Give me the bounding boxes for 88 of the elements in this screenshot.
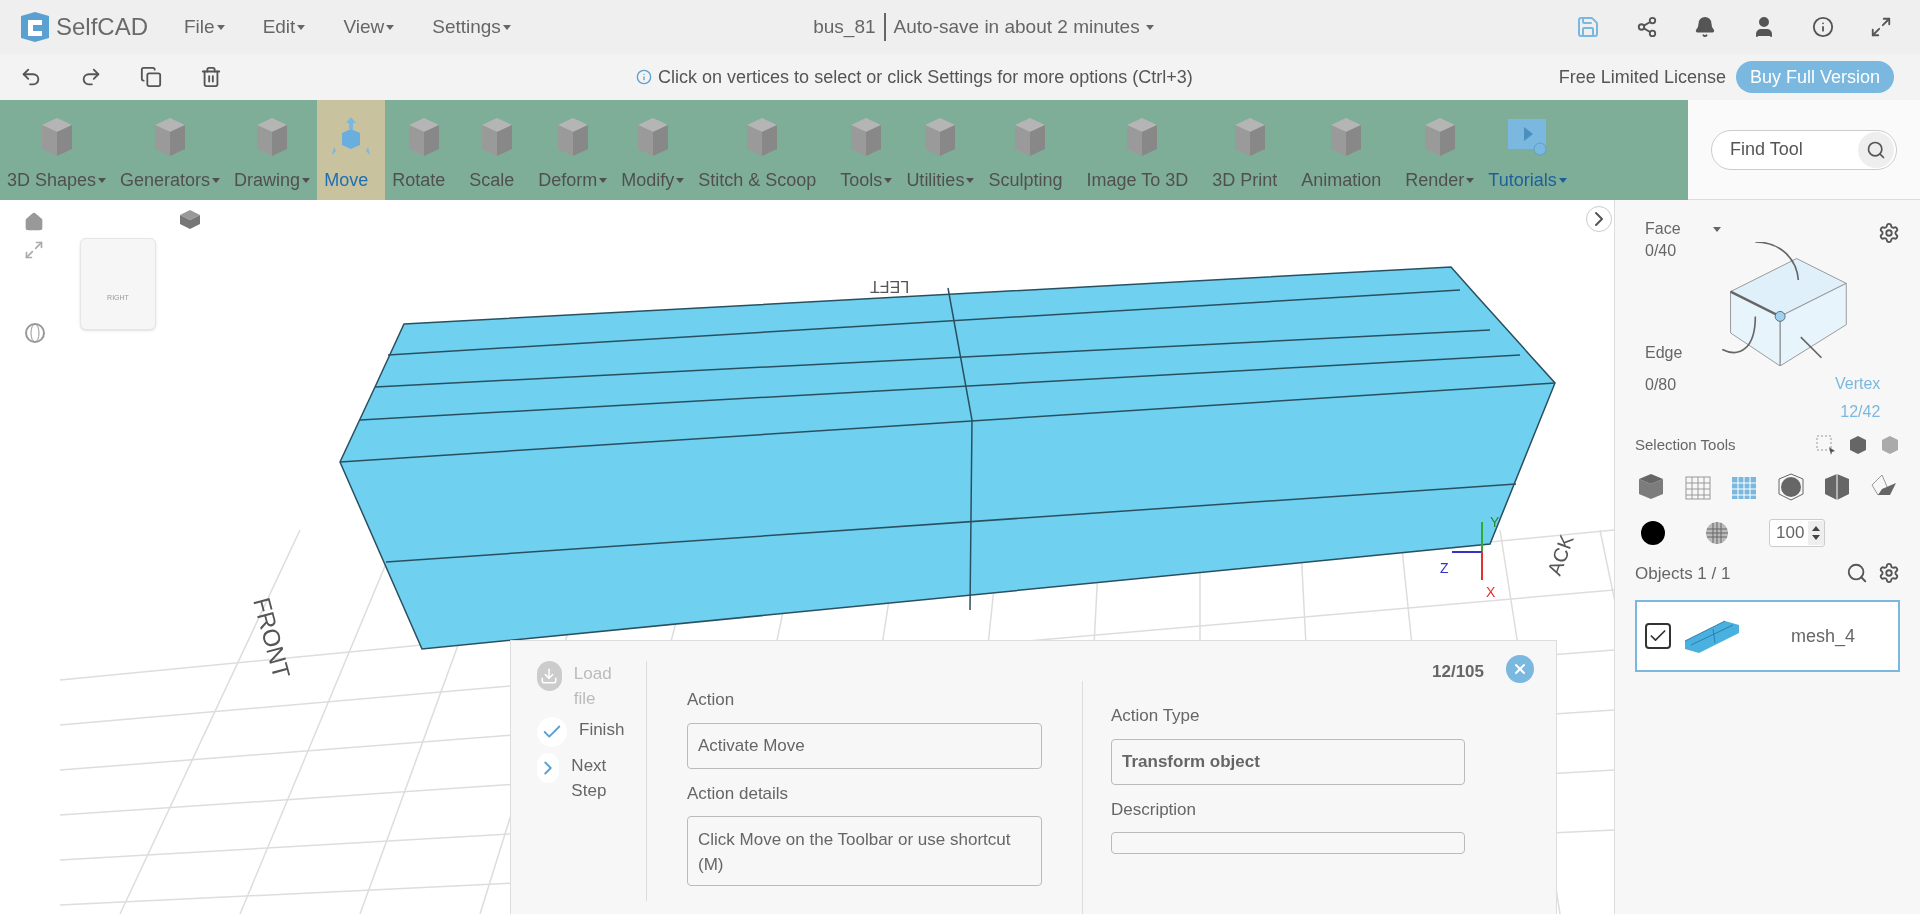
collapse-panel-button[interactable] (1586, 206, 1612, 232)
grid-label: LEFT (870, 277, 910, 297)
field-label: Description (1111, 798, 1198, 821)
toolbar-tool[interactable]: Image To 3D (1079, 100, 1206, 200)
toolbar-tool[interactable]: Drawing (227, 100, 318, 200)
toolbar-tool[interactable]: Render (1398, 100, 1482, 200)
find-tool-input[interactable]: Find Tool (1730, 136, 1858, 163)
field-label: Action Type (1111, 705, 1201, 727)
menu-button[interactable]: View (343, 12, 395, 42)
globe-icon[interactable] (24, 322, 46, 344)
search-button[interactable] (1858, 131, 1894, 168)
undo-icon[interactable] (20, 66, 42, 88)
toolbar-tool[interactable]: Move (317, 100, 386, 200)
texture-sphere-icon[interactable] (1705, 520, 1729, 545)
axis-label: X (1486, 583, 1496, 602)
selection-mode[interactable]: Edge 0/80 (1645, 337, 1683, 401)
caret-icon (216, 24, 225, 30)
toolbar-tool[interactable]: Stitch & Scoop (691, 100, 834, 200)
menu-button[interactable]: Settings (432, 12, 511, 42)
cube-select-icon[interactable] (1848, 435, 1868, 456)
buy-button[interactable]: Buy Full Version (1735, 61, 1894, 93)
copy-icon[interactable] (140, 66, 162, 88)
section-label: Selection Tools (1635, 435, 1736, 455)
info-icon (636, 69, 653, 85)
find-tool-field[interactable]: Find Tool (1711, 129, 1897, 170)
toolbar-tool[interactable]: Tools (833, 100, 900, 200)
selection-mode[interactable]: Vertex 12/42 (1835, 370, 1881, 426)
project-name: bus_81 (813, 12, 886, 42)
toolbar-tool[interactable]: Modify (614, 100, 692, 200)
opacity-field[interactable]: 100 (1769, 518, 1826, 547)
toolbar-tool[interactable]: Generators (113, 100, 228, 200)
box-select-icon[interactable] (1816, 435, 1836, 456)
view-cube-icon[interactable] (178, 208, 202, 230)
hint-text: Click on vertices to select or click Settings for more options (Ctrl+3) (658, 65, 1193, 89)
action-field: Activate Move (687, 722, 1042, 769)
caret-icon (386, 24, 395, 30)
autosave-dropdown[interactable]: Auto-save in about 2 minutes (893, 12, 1154, 42)
redo-icon[interactable] (80, 66, 102, 88)
tutorial-step[interactable]: Next Step (537, 753, 627, 803)
selection-mode[interactable]: Face 0/40 (1645, 218, 1721, 262)
menu-button[interactable]: Edit (262, 12, 306, 42)
logo-text: SelfCAD (56, 12, 149, 42)
fullscreen-icon[interactable] (1870, 16, 1892, 38)
info-icon[interactable] (1812, 16, 1834, 38)
caret-icon (502, 24, 511, 30)
share-icon[interactable] (1636, 16, 1658, 38)
caret-icon (1712, 226, 1721, 232)
search-icon (1866, 139, 1886, 160)
close-icon (1512, 661, 1528, 677)
download-icon (540, 667, 559, 685)
bell-icon[interactable] (1694, 16, 1716, 38)
caret-icon (297, 24, 306, 30)
grid-label: FRONT (247, 593, 297, 683)
axis-gizmo (1451, 521, 1483, 581)
toolbar-tool[interactable]: Tutorials (1481, 100, 1574, 200)
grid-label: ACK (1542, 530, 1579, 580)
license-text: Free Limited License (1558, 65, 1726, 89)
spinner-arrows-icon[interactable] (1812, 525, 1821, 540)
field-label: Action (687, 689, 736, 711)
axis-label: Z (1440, 559, 1449, 578)
toolbar-tool[interactable]: Rotate (385, 100, 463, 200)
menu-button[interactable]: File (184, 12, 225, 42)
action-type-field: Transform object (1111, 738, 1465, 785)
object-row[interactable]: mesh_4 (1635, 600, 1900, 672)
toolbar-tool[interactable]: Utilities (899, 100, 982, 200)
settings-icon[interactable] (1878, 222, 1900, 244)
toolbar-tool[interactable]: 3D Print (1205, 100, 1295, 200)
logo-icon (18, 10, 52, 44)
axis-label: Y (1490, 513, 1500, 532)
objects-title: Objects 1 / 1 (1635, 562, 1731, 585)
color-swatch[interactable] (1641, 520, 1665, 545)
settings-icon[interactable] (1878, 562, 1900, 585)
toolbar-tool[interactable]: Sculpting (981, 100, 1080, 200)
toolbar-tool[interactable]: 3D Shapes (0, 100, 114, 200)
trash-icon[interactable] (200, 66, 222, 88)
step-counter: 12/105 (1432, 661, 1484, 683)
toolbar-tool[interactable]: Animation (1294, 100, 1399, 200)
action-details-field: Click Move on the Toolbar or use shortcut (M) (687, 816, 1042, 886)
object-name: mesh_4 (1791, 624, 1856, 649)
tutorial-step[interactable]: Finish (537, 717, 627, 747)
home-icon[interactable] (24, 212, 44, 232)
toolbar-tool[interactable]: Deform (531, 100, 615, 200)
toolbar-tool[interactable]: Scale (462, 100, 532, 200)
search-icon[interactable] (1846, 562, 1868, 585)
field-label: Action details (687, 782, 790, 805)
visibility-checkbox[interactable] (1645, 623, 1671, 649)
mesh-thumbnail-icon (1685, 619, 1739, 653)
caret-icon (1145, 24, 1154, 30)
